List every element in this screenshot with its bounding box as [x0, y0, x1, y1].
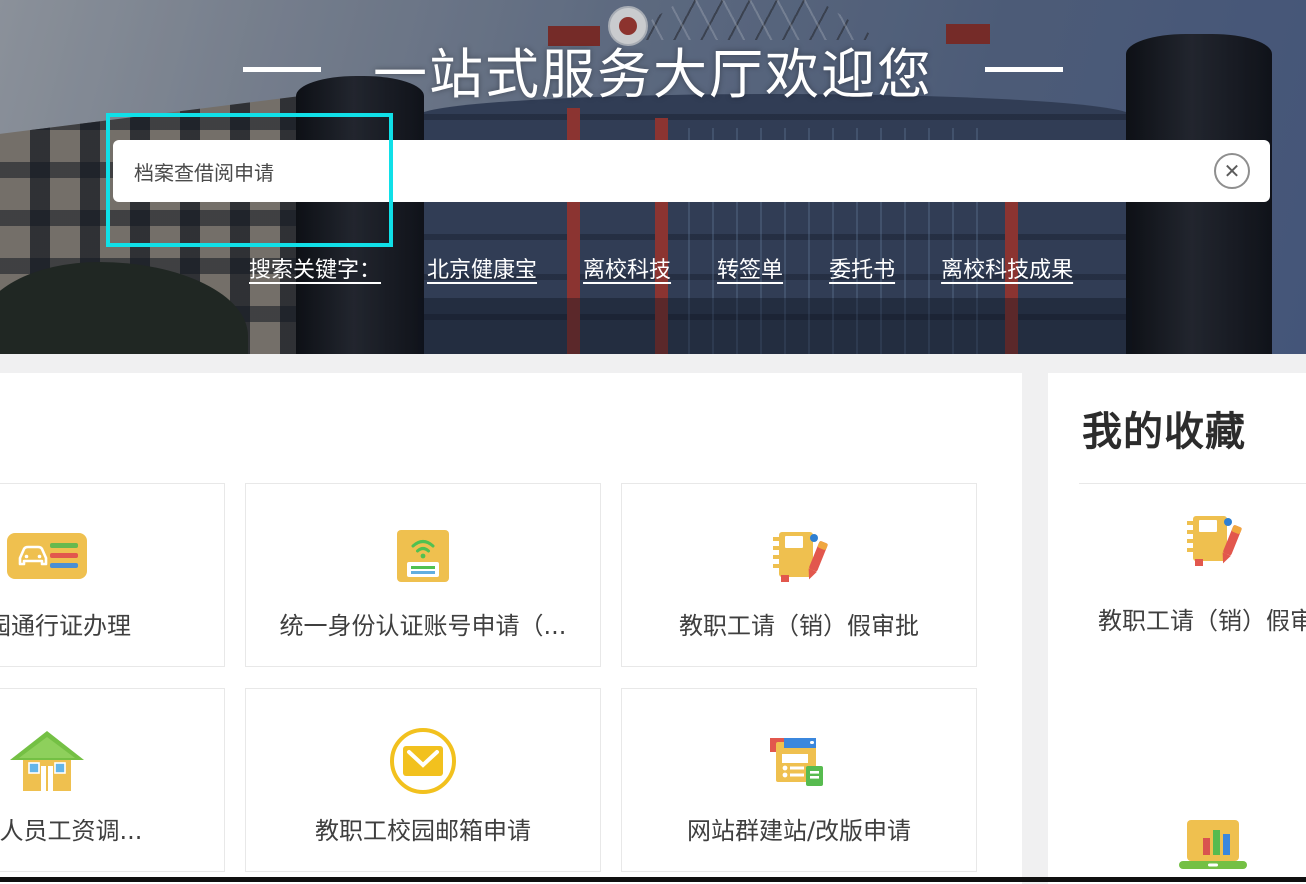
service-card-salary-adjust[interactable]: 聘用人员工资调... — [0, 688, 225, 872]
wifi-account-icon — [396, 525, 450, 587]
search-keywords-row: 搜索关键字： 北京健康宝 离校科技 转签单 委托书 离校科技成果 — [249, 252, 1073, 284]
webpage-icon — [770, 730, 828, 792]
keyword-link[interactable]: 转签单 — [717, 252, 783, 284]
service-card-campus-pass[interactable]: 校园通行证办理 — [0, 483, 225, 667]
search-input[interactable] — [134, 159, 1214, 183]
notebook-pen-icon — [767, 525, 831, 587]
service-card-label: 网站群建站/改版申请 — [687, 811, 911, 846]
service-card-label: 聘用人员工资调... — [0, 811, 142, 846]
service-card-campus-email[interactable]: 教职工校园邮箱申请 — [245, 688, 601, 872]
keyword-link[interactable]: 离校科技 — [583, 252, 671, 284]
service-card-label: 教职工请（销）假审批 — [679, 606, 919, 641]
service-card-website-build[interactable]: 网站群建站/改版申请 — [621, 688, 977, 872]
clear-search-icon[interactable]: ✕ — [1214, 153, 1250, 189]
favorites-title: 我的收藏 — [1082, 399, 1246, 457]
keyword-link[interactable]: 离校科技成果 — [941, 252, 1073, 284]
page-title: 一站式服务大厅欢迎您 — [373, 30, 933, 109]
keywords-label: 搜索关键字： — [249, 252, 381, 284]
notebook-pen-icon[interactable] — [1181, 511, 1245, 573]
search-bar: ✕ — [113, 140, 1270, 202]
favorites-divider — [1079, 483, 1306, 484]
keyword-link[interactable]: 北京健康宝 — [427, 252, 537, 284]
house-icon — [9, 730, 85, 792]
laptop-chart-icon[interactable] — [1175, 820, 1251, 876]
title-dash-left — [243, 67, 321, 72]
favorites-panel: 我的收藏 教职工请（销）假审批 — [1048, 373, 1306, 884]
mail-icon — [390, 730, 456, 792]
service-card-label: 教职工校园邮箱申请 — [315, 811, 531, 846]
service-card-label: 统一身份认证账号申请（... — [280, 606, 567, 641]
service-card-grid: 校园通行证办理 统一身份认证账号申请（... — [0, 483, 977, 872]
bottom-window-edge — [0, 877, 1306, 882]
favorite-item-label[interactable]: 教职工请（销）假审批 — [1098, 601, 1306, 636]
hero-banner: 一站式服务大厅欢迎您 ✕ 搜索关键字： 北京健康宝 离校科技 转签单 委托书 离… — [0, 0, 1306, 354]
hero-title-row: 一站式服务大厅欢迎您 — [0, 30, 1306, 109]
vehicle-pass-icon — [7, 525, 87, 587]
service-card-identity-account[interactable]: 统一身份认证账号申请（... — [245, 483, 601, 667]
service-card-label: 校园通行证办理 — [0, 606, 131, 641]
service-card-leave-approval[interactable]: 教职工请（销）假审批 — [621, 483, 977, 667]
title-dash-right — [985, 67, 1063, 72]
keyword-link[interactable]: 委托书 — [829, 252, 895, 284]
